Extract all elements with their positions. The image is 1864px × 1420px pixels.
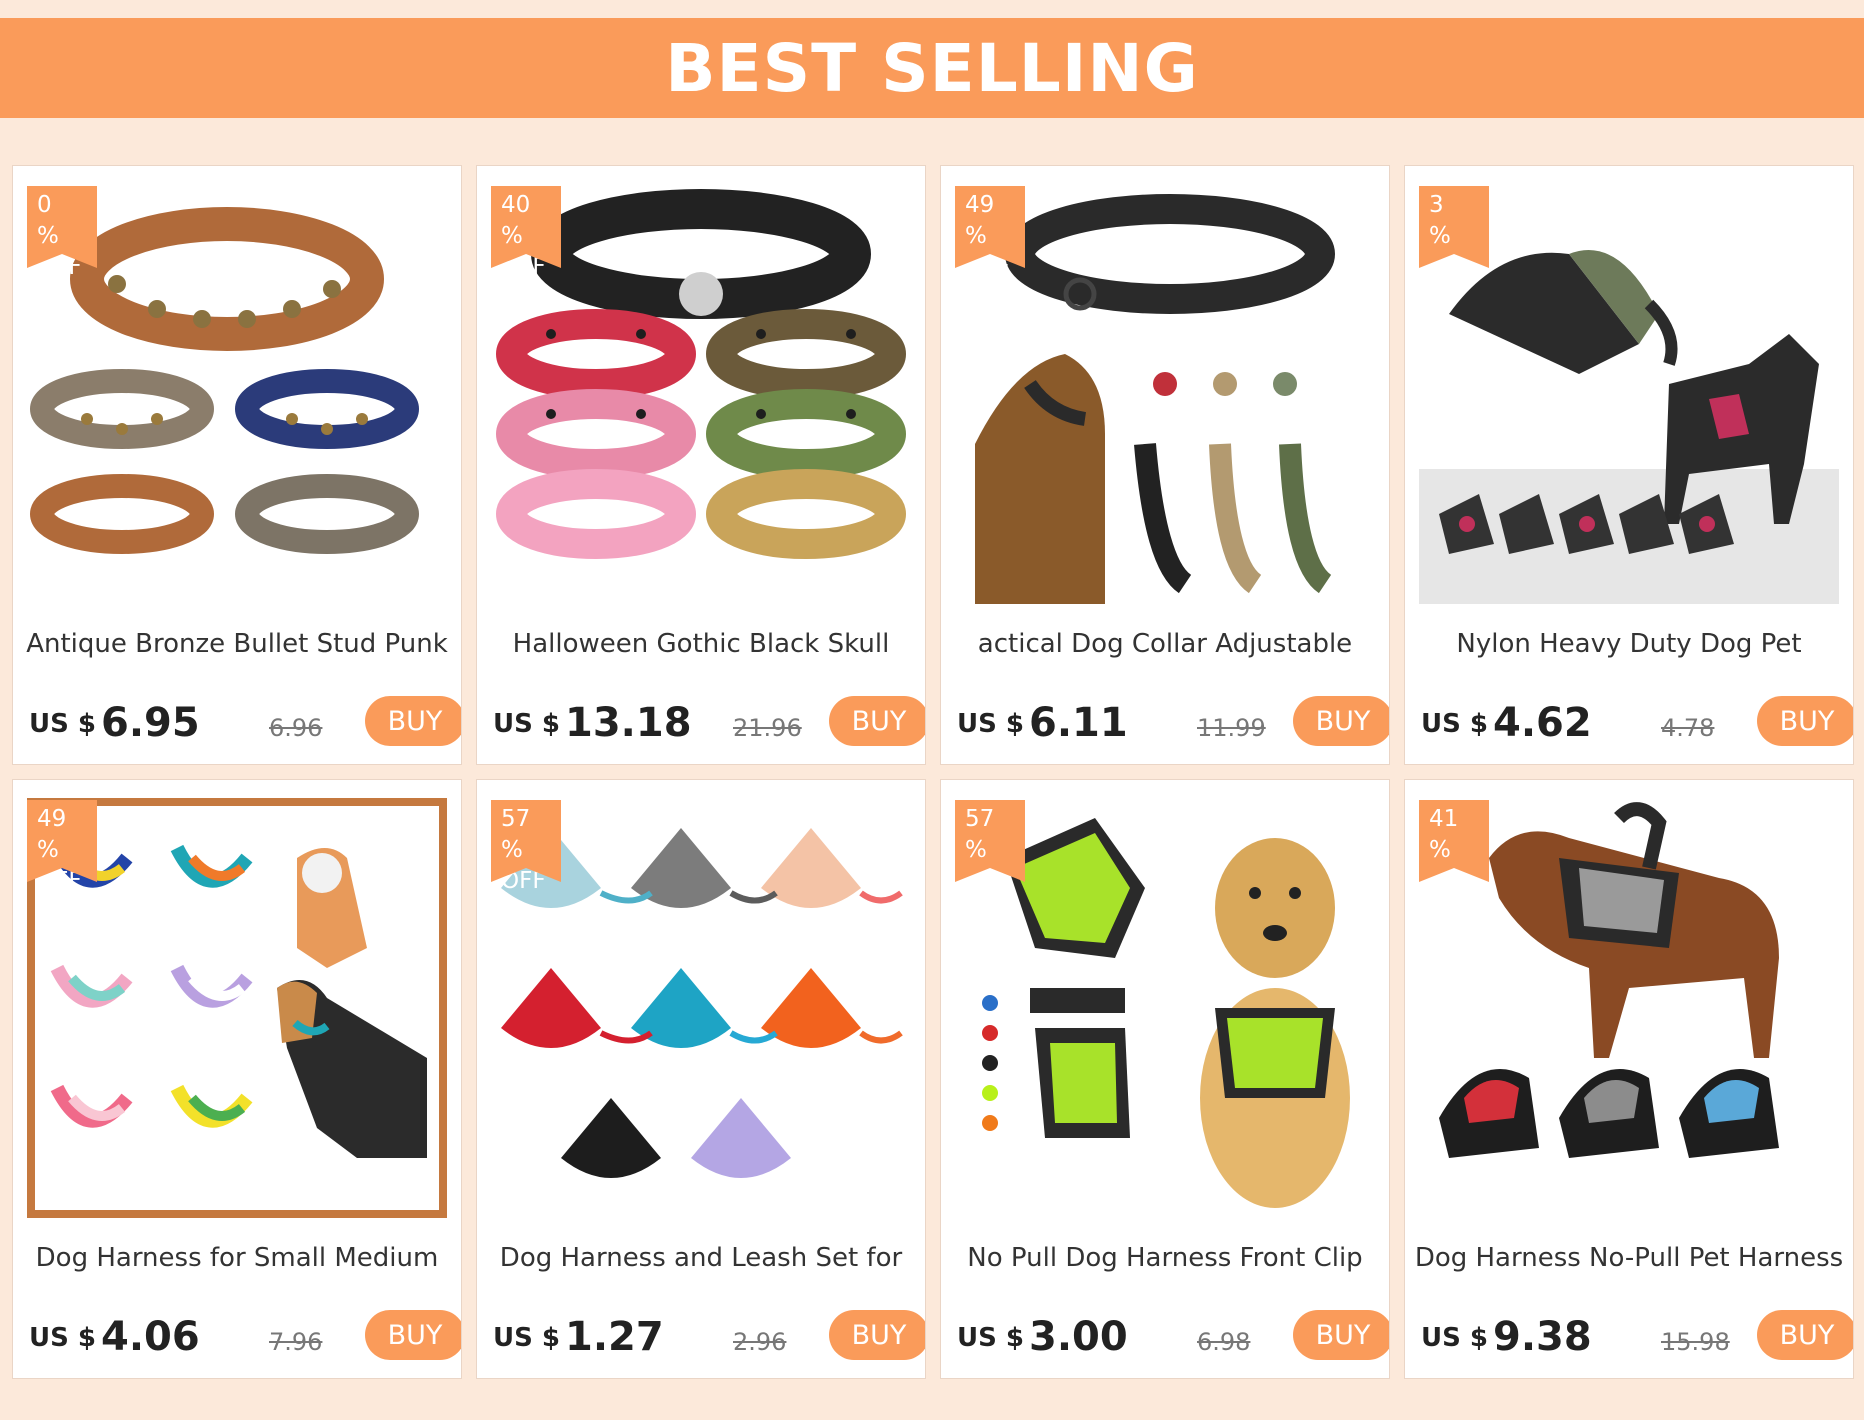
product-name[interactable]: No Pull Dog Harness Front Clip xyxy=(941,1243,1389,1273)
discount-badge: 49 % OFF xyxy=(27,800,97,894)
original-price: 6.96 xyxy=(269,714,323,742)
product-card[interactable]: 57 % OFF Dog Harness and Leash Set for U… xyxy=(476,779,926,1379)
discount-off-label: OFF xyxy=(37,254,82,280)
product-name[interactable]: Dog Harness No-Pull Pet Harness xyxy=(1405,1243,1853,1273)
product-card[interactable]: 49 % OFF actical Dog Collar Adjustable U… xyxy=(940,165,1390,765)
product-card[interactable]: 3 % OFF Nylon Heavy Duty Dog Pet US $ 4.… xyxy=(1404,165,1854,765)
currency-label: US $ xyxy=(493,1323,560,1353)
buy-button[interactable]: BUY xyxy=(1757,696,1853,746)
original-price: 11.99 xyxy=(1197,714,1266,742)
original-price: 7.96 xyxy=(269,1328,323,1356)
discount-off-label: OFF xyxy=(1429,868,1474,894)
price-row: US $ 1.27 2.96 BUY xyxy=(491,1310,925,1368)
price-row: US $ 6.95 6.96 BUY xyxy=(27,696,461,754)
product-grid: 0 % OFF Antique Bronze Bullet Stud Punk … xyxy=(12,165,1854,1379)
product-card[interactable]: 49 % OFF Dog Harness for Small Medium US… xyxy=(12,779,462,1379)
currency-label: US $ xyxy=(29,1323,96,1353)
discount-percent: 40 xyxy=(501,192,531,218)
discount-percent: 41 xyxy=(1429,806,1459,832)
price-row: US $ 13.18 21.96 BUY xyxy=(491,696,925,754)
buy-button[interactable]: BUY xyxy=(829,1310,925,1360)
discount-percent: 57 xyxy=(501,806,531,832)
original-price: 6.98 xyxy=(1197,1328,1251,1356)
discount-off-label: OFF xyxy=(37,868,82,894)
percent-sign: % xyxy=(37,837,59,863)
percent-sign: % xyxy=(1429,223,1451,249)
discount-off-label: OFF xyxy=(501,254,546,280)
discount-off-label: OFF xyxy=(965,254,1010,280)
product-name[interactable]: actical Dog Collar Adjustable xyxy=(941,629,1389,659)
product-name[interactable]: Antique Bronze Bullet Stud Punk xyxy=(13,629,461,659)
discount-percent: 57 xyxy=(965,806,995,832)
discount-percent: 3 xyxy=(1429,192,1444,218)
price-row: US $ 4.62 4.78 BUY xyxy=(1419,696,1853,754)
product-name[interactable]: Halloween Gothic Black Skull xyxy=(477,629,925,659)
price-row: US $ 6.11 11.99 BUY xyxy=(955,696,1389,754)
percent-sign: % xyxy=(501,223,523,249)
sale-price: 9.38 xyxy=(1493,1314,1592,1360)
product-card[interactable]: 0 % OFF Antique Bronze Bullet Stud Punk … xyxy=(12,165,462,765)
best-selling-banner: BEST SELLING xyxy=(0,18,1864,118)
discount-percent: 0 xyxy=(37,192,52,218)
discount-badge: 49 % OFF xyxy=(955,186,1025,280)
product-name[interactable]: Dog Harness and Leash Set for xyxy=(477,1243,925,1273)
product-name[interactable]: Dog Harness for Small Medium xyxy=(13,1243,461,1273)
banner-title: BEST SELLING xyxy=(665,29,1199,107)
product-name[interactable]: Nylon Heavy Duty Dog Pet xyxy=(1405,629,1853,659)
percent-sign: % xyxy=(37,223,59,249)
original-price: 21.96 xyxy=(733,714,802,742)
discount-percent: 49 xyxy=(37,806,67,832)
buy-button[interactable]: BUY xyxy=(365,696,461,746)
currency-label: US $ xyxy=(957,709,1024,739)
sale-price: 4.62 xyxy=(1493,700,1592,746)
buy-button[interactable]: BUY xyxy=(1293,1310,1389,1360)
currency-label: US $ xyxy=(1421,1323,1488,1353)
percent-sign: % xyxy=(965,837,987,863)
buy-button[interactable]: BUY xyxy=(829,696,925,746)
price-row: US $ 4.06 7.96 BUY xyxy=(27,1310,461,1368)
discount-badge: 57 % OFF xyxy=(491,800,561,894)
original-price: 2.96 xyxy=(733,1328,787,1356)
price-row: US $ 9.38 15.98 BUY xyxy=(1419,1310,1853,1368)
discount-badge: 41 % OFF xyxy=(1419,800,1489,894)
currency-label: US $ xyxy=(957,1323,1024,1353)
sale-price: 6.11 xyxy=(1029,700,1128,746)
original-price: 15.98 xyxy=(1661,1328,1730,1356)
discount-off-label: OFF xyxy=(965,868,1010,894)
sale-price: 3.00 xyxy=(1029,1314,1128,1360)
buy-button[interactable]: BUY xyxy=(1293,696,1389,746)
currency-label: US $ xyxy=(493,709,560,739)
percent-sign: % xyxy=(965,223,987,249)
currency-label: US $ xyxy=(1421,709,1488,739)
percent-sign: % xyxy=(1429,837,1451,863)
discount-off-label: OFF xyxy=(1429,254,1474,280)
discount-off-label: OFF xyxy=(501,868,546,894)
product-card[interactable]: 40 % OFF Halloween Gothic Black Skull US… xyxy=(476,165,926,765)
discount-badge: 0 % OFF xyxy=(27,186,97,280)
currency-label: US $ xyxy=(29,709,96,739)
discount-badge: 57 % OFF xyxy=(955,800,1025,894)
discount-badge: 3 % OFF xyxy=(1419,186,1489,280)
buy-button[interactable]: BUY xyxy=(365,1310,461,1360)
original-price: 4.78 xyxy=(1661,714,1715,742)
buy-button[interactable]: BUY xyxy=(1757,1310,1853,1360)
sale-price: 4.06 xyxy=(101,1314,200,1360)
discount-badge: 40 % OFF xyxy=(491,186,561,280)
price-row: US $ 3.00 6.98 BUY xyxy=(955,1310,1389,1368)
sale-price: 6.95 xyxy=(101,700,200,746)
sale-price: 1.27 xyxy=(565,1314,664,1360)
discount-percent: 49 xyxy=(965,192,995,218)
sale-price: 13.18 xyxy=(565,700,692,746)
product-card[interactable]: 41 % OFF Dog Harness No-Pull Pet Harness… xyxy=(1404,779,1854,1379)
product-card[interactable]: 57 % OFF No Pull Dog Harness Front Clip … xyxy=(940,779,1390,1379)
percent-sign: % xyxy=(501,837,523,863)
